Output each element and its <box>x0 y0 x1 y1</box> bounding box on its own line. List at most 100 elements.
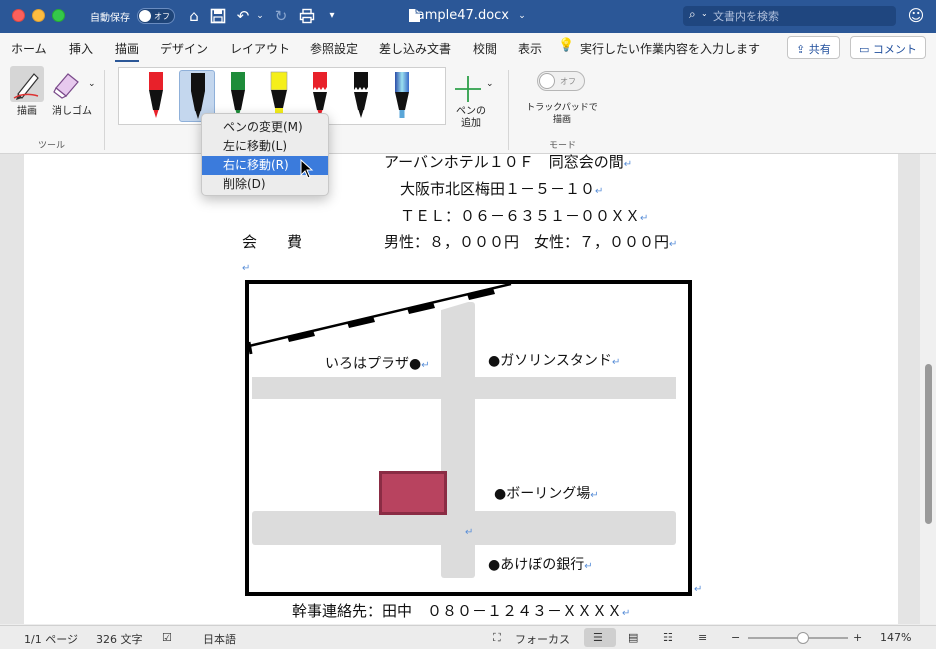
venue-line: アーバンホテル１０Ｆ 同窓会の間↵ <box>384 154 632 172</box>
menu-item-change-pen[interactable]: ペンの変更(M) <box>202 118 328 137</box>
document-page[interactable]: アーバンホテル１０Ｆ 同窓会の間↵ 大阪市北区梅田１－５－１０↵ ＴＥＬ：０６－… <box>24 154 898 624</box>
draw-tool-button[interactable] <box>10 66 44 102</box>
tab-references[interactable]: 参照設定 <box>310 40 358 57</box>
map-label-gas-station: ●ガソリンスタンド↵ <box>488 350 620 370</box>
map-label-bowling: ●ボーリング場↵ <box>494 483 599 503</box>
paragraph-mark-icon: ↵ <box>640 213 649 224</box>
tell-me-box[interactable]: 実行したい作業内容を入力します <box>580 40 760 57</box>
save-icon[interactable] <box>208 6 228 26</box>
plaza-text: いろはプラザ● <box>325 356 422 372</box>
document-title: sample47.docx <box>410 8 509 23</box>
title-dropdown-icon[interactable]: ⌄ <box>516 6 528 26</box>
autosave-label: 自動保存 <box>90 13 130 24</box>
undo-dropdown-icon[interactable]: ⌄ <box>254 6 266 26</box>
paragraph-mark-icon: ↵ <box>590 490 599 501</box>
menu-item-move-left[interactable]: 左に移動(L) <box>202 137 328 156</box>
account-icon[interactable]: ☺ <box>906 6 926 26</box>
draw-label: 描画 <box>17 106 37 117</box>
share-button[interactable]: ⇪ 共有 <box>787 36 840 59</box>
search-box[interactable]: ⌕ ⌄ <box>683 6 896 26</box>
comment-button[interactable]: ▭ コメント <box>850 36 926 59</box>
trackpad-label-line1: トラックパッドで <box>526 103 598 113</box>
add-pen-label-line2: 追加 <box>461 118 481 129</box>
contact-line: 幹事連絡先：田中 ０８０－１２４３－ＸＸＸＸ↵ <box>292 600 630 621</box>
redo-icon[interactable]: ↻ <box>271 6 291 26</box>
address-text: 大阪市北区梅田１－５－１０ <box>400 180 596 198</box>
trackpad-label-line2: 描画 <box>552 115 571 125</box>
word-count[interactable]: 326 文字 <box>96 631 143 647</box>
pen-galaxy-7[interactable] <box>384 70 420 122</box>
tel-text: ＴＥＬ：０６－６３５１－００ＸＸ <box>400 207 641 225</box>
railway-line <box>249 284 529 364</box>
search-dropdown-icon: ⌄ <box>701 9 708 18</box>
minimize-window-button[interactable] <box>32 9 45 22</box>
mode-group-label: モード <box>549 141 577 151</box>
tel-line: ＴＥＬ：０６－６３５１－００ＸＸ↵ <box>400 205 648 226</box>
paragraph-mark-icon: ↵ <box>465 527 474 538</box>
close-window-button[interactable] <box>12 9 25 22</box>
trackpad-toggle-state: オフ <box>560 77 576 86</box>
map-figure[interactable]: いろはプラザ●↵ ●ガソリンスタンド↵ ●ボーリング場↵ ●あけぼの銀行↵ ↵ <box>245 280 692 596</box>
lightbulb-icon: 💡 <box>558 38 575 53</box>
home-icon[interactable]: ⌂ <box>184 6 204 26</box>
tab-review[interactable]: 校閲 <box>473 40 497 57</box>
pen-pen-1[interactable] <box>138 70 174 122</box>
tab-insert[interactable]: 挿入 <box>69 40 93 57</box>
proofing-icon[interactable]: ☑ <box>162 631 172 644</box>
bowling-text: ●ボーリング場 <box>494 486 591 502</box>
web-layout-icon[interactable]: ▤ <box>628 631 638 644</box>
galaxy-icon <box>395 72 409 118</box>
paragraph-mark-icon: ↵ <box>694 584 703 595</box>
paragraph-mark-icon: ↵ <box>669 239 678 250</box>
fee-text: 男性：８，０００円 女性：７，０００円 <box>384 233 670 251</box>
add-pen-label-line1: ペンの <box>456 106 486 117</box>
tools-group-label: ツール <box>38 141 66 151</box>
customize-toolbar-icon[interactable]: ▾ <box>322 6 342 26</box>
add-pen-button[interactable] <box>453 74 483 104</box>
vertical-scrollbar[interactable] <box>920 154 936 624</box>
pencil-icon <box>354 72 368 118</box>
ribbon-tab-bar: ホーム 挿入 描画 デザイン レイアウト 参照設定 差し込み文書 校閲 表示 💡… <box>0 33 936 62</box>
zoom-slider-knob[interactable] <box>797 632 809 644</box>
page-count[interactable]: 1/1 ページ <box>24 631 78 647</box>
print-layout-icon: ☰ <box>593 631 603 644</box>
scrollbar-thumb[interactable] <box>925 364 932 524</box>
toggle-knob <box>539 73 555 89</box>
outline-view-icon[interactable]: ☷ <box>663 631 673 644</box>
draft-view-icon[interactable]: ≡ <box>698 631 707 644</box>
search-input[interactable] <box>713 8 891 24</box>
undo-icon[interactable]: ↶ <box>233 6 253 26</box>
zoom-in-icon[interactable]: + <box>853 631 862 644</box>
document-area[interactable]: アーバンホテル１０Ｆ 同窓会の間↵ 大阪市北区梅田１－５－１０↵ ＴＥＬ：０６－… <box>0 154 936 624</box>
tab-draw[interactable]: 描画 <box>115 40 140 62</box>
add-pen-dropdown-icon[interactable]: ⌄ <box>486 78 494 90</box>
tab-home[interactable]: ホーム <box>11 40 47 57</box>
toggle-knob <box>139 10 151 22</box>
autosave-state: オフ <box>154 12 170 21</box>
language[interactable]: 日本語 <box>203 631 236 647</box>
tab-mailings[interactable]: 差し込み文書 <box>379 40 451 57</box>
add-pen-plus-icon <box>455 76 481 102</box>
focus-mode-button[interactable]: フォーカス <box>515 631 570 647</box>
map-label-plaza: いろはプラザ●↵ <box>325 353 430 373</box>
autosave-toggle[interactable]: オフ <box>137 8 175 24</box>
focus-icon: ⛶ <box>493 631 501 644</box>
tab-design[interactable]: デザイン <box>160 40 208 57</box>
eraser-tool-button[interactable] <box>50 66 84 102</box>
pen-pencil-6[interactable] <box>343 70 379 122</box>
ribbon-divider <box>104 70 105 150</box>
zoom-out-icon[interactable]: − <box>731 631 740 644</box>
comment-label: コメント <box>872 43 917 56</box>
print-icon[interactable] <box>297 6 317 26</box>
zoom-level[interactable]: 147% <box>880 631 911 644</box>
zoom-slider[interactable] <box>748 632 848 644</box>
zoom-window-button[interactable] <box>52 9 65 22</box>
trackpad-draw-toggle[interactable]: オフ <box>537 71 585 91</box>
fee-line: 男性：８，０００円 女性：７，０００円↵ <box>384 231 677 252</box>
eraser-label: 消しゴム <box>52 106 92 117</box>
eraser-dropdown-icon[interactable]: ⌄ <box>88 78 96 90</box>
tab-view[interactable]: 表示 <box>518 40 542 57</box>
tab-layout[interactable]: レイアウト <box>230 40 290 57</box>
pen-icon <box>149 72 163 118</box>
address-line: 大阪市北区梅田１－５－１０↵ <box>400 178 603 199</box>
